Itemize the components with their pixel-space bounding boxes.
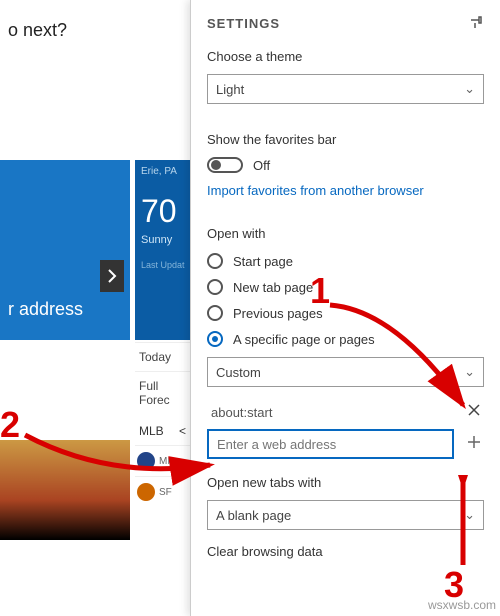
add-page-button[interactable] — [464, 435, 484, 454]
weather-condition: Sunny — [141, 234, 189, 246]
promo-card: r address — [0, 160, 130, 340]
favorites-bar-label: Show the favorites bar — [207, 132, 484, 147]
annotation-number-2: 2 — [0, 404, 20, 446]
remove-page-button[interactable] — [464, 403, 484, 421]
weather-card[interactable]: Erie, PA 70 Sunny Last Updat — [135, 160, 195, 340]
sports-card: MIL SF — [135, 445, 195, 507]
new-tabs-select[interactable]: A blank page ⌄ — [207, 500, 484, 530]
page-headline-fragment: o next? — [0, 0, 190, 41]
pin-icon[interactable] — [468, 14, 484, 33]
specific-page-value: Custom — [216, 365, 261, 380]
new-tabs-value: A blank page — [216, 508, 291, 523]
promo-text-fragment: r address — [8, 299, 83, 320]
open-with-radio-group: Start page New tab page Previous pages A… — [207, 253, 484, 347]
chevron-right-icon[interactable] — [100, 260, 124, 292]
settings-panel: SETTINGS Choose a theme Light ⌄ Show the… — [190, 0, 500, 616]
team-row-sf[interactable]: SF — [135, 476, 195, 507]
forecast-link[interactable]: Full Forec — [135, 371, 195, 414]
startup-page-row: about:start — [207, 403, 484, 421]
theme-label: Choose a theme — [207, 49, 484, 64]
photo-thumbnail[interactable] — [0, 440, 130, 540]
specific-page-select[interactable]: Custom ⌄ — [207, 357, 484, 387]
team-logo-icon — [137, 452, 155, 470]
today-link[interactable]: Today — [135, 342, 195, 371]
chevron-down-icon: ⌄ — [464, 81, 475, 97]
theme-select[interactable]: Light ⌄ — [207, 74, 484, 104]
import-favorites-link[interactable]: Import favorites from another browser — [207, 183, 484, 198]
open-with-label: Open with — [207, 226, 484, 241]
team-logo-icon — [137, 483, 155, 501]
startup-pages-list: about:start — [207, 403, 484, 459]
radio-previous-pages[interactable]: Previous pages — [207, 305, 484, 321]
toggle-knob — [211, 160, 221, 170]
theme-value: Light — [216, 82, 244, 97]
add-page-input[interactable] — [207, 429, 454, 459]
team-row-mil[interactable]: MIL — [135, 445, 195, 476]
radio-start-page[interactable]: Start page — [207, 253, 484, 269]
favorites-bar-toggle[interactable]: Off — [207, 157, 484, 173]
new-tabs-label: Open new tabs with — [207, 475, 484, 490]
weather-links: Today Full Forec — [135, 342, 195, 414]
radio-new-tab-page[interactable]: New tab page — [207, 279, 484, 295]
watermark: wsxwsb.com — [428, 598, 496, 612]
weather-last-updated: Last Updat — [141, 260, 189, 270]
chevron-down-icon: ⌄ — [464, 364, 475, 380]
weather-temperature: 70 — [141, 193, 189, 230]
startup-page-url: about:start — [207, 405, 454, 420]
radio-specific-page[interactable]: A specific page or pages — [207, 331, 484, 347]
settings-title: SETTINGS — [207, 16, 280, 31]
sports-header[interactable]: MLB < — [135, 420, 190, 442]
settings-header: SETTINGS — [191, 0, 500, 43]
toggle-state: Off — [253, 158, 270, 173]
toggle-track[interactable] — [207, 157, 243, 173]
annotation-number-1: 1 — [310, 270, 330, 312]
chevron-down-icon: ⌄ — [464, 507, 475, 523]
weather-location: Erie, PA — [141, 166, 189, 177]
clear-browsing-data-label[interactable]: Clear browsing data — [207, 544, 484, 559]
add-page-row — [207, 429, 484, 459]
